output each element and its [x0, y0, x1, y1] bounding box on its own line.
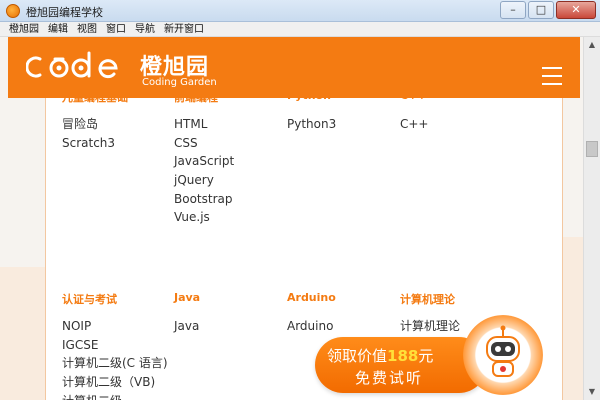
menu-item-navigate[interactable]: 导航	[135, 22, 155, 36]
course-link[interactable]: Vue.js	[174, 208, 234, 227]
menu-bar: 橙旭园 编辑 视图 窗口 导航 新开窗口	[0, 22, 600, 37]
maximize-button[interactable]: □	[528, 1, 554, 19]
course-link[interactable]: NOIP	[62, 317, 168, 336]
menu-item-edit[interactable]: 编辑	[48, 22, 68, 36]
category-arduino[interactable]: Arduino	[287, 291, 336, 304]
course-list: Python3	[287, 115, 336, 134]
course-link[interactable]: 计算机二级	[62, 392, 168, 400]
scroll-thumb[interactable]	[586, 141, 598, 157]
brand-name-english: Coding Garden	[142, 77, 217, 88]
course-link[interactable]: JavaScript	[174, 152, 234, 171]
course-link[interactable]: 计算机二级（VB)	[62, 373, 168, 392]
menu-item-app[interactable]: 橙旭园	[9, 22, 39, 36]
course-link[interactable]: 计算机理论	[400, 317, 460, 336]
course-link[interactable]: CSS	[174, 134, 234, 153]
code-logo-icon[interactable]	[26, 47, 126, 87]
window-title: 橙旭园编程学校	[26, 6, 103, 19]
vertical-scrollbar[interactable]: ▲ ▼	[583, 37, 600, 400]
course-link[interactable]: Bootstrap	[174, 190, 234, 209]
course-list: Arduino	[287, 317, 333, 336]
category-certification[interactable]: 认证与考试	[62, 291, 117, 307]
course-link[interactable]: Python3	[287, 115, 336, 134]
free-trial-cta[interactable]: 领取价值188元 免费试听	[315, 315, 543, 395]
course-link[interactable]: Java	[174, 317, 199, 336]
category-java[interactable]: Java	[174, 291, 200, 304]
category-cs-theory[interactable]: 计算机理论	[400, 291, 455, 307]
course-list: NOIP IGCSE 计算机二级(C 语言) 计算机二级（VB) 计算机二级	[62, 317, 168, 400]
course-link[interactable]: Scratch3	[62, 134, 115, 153]
background-decoration	[563, 237, 583, 400]
course-link[interactable]: C++	[400, 115, 429, 134]
course-list: 冒险岛 Scratch3	[62, 115, 115, 152]
course-link[interactable]: HTML	[174, 115, 234, 134]
app-icon	[6, 4, 20, 18]
background-decoration	[0, 267, 45, 400]
course-link[interactable]: 计算机二级(C 语言)	[62, 354, 168, 373]
course-list: C++	[400, 115, 429, 134]
cta-offer-text: 领取价值188元	[327, 347, 434, 365]
minimize-button[interactable]: –	[500, 1, 526, 19]
title-bar: 橙旭园编程学校 – □ ✕	[0, 0, 600, 22]
cta-price: 188	[387, 347, 419, 365]
scroll-down-arrow-icon[interactable]: ▼	[584, 384, 600, 400]
course-list: HTML CSS JavaScript jQuery Bootstrap Vue…	[174, 115, 234, 227]
cta-button[interactable]: 领取价值188元 免费试听	[315, 337, 487, 393]
course-link[interactable]: Arduino	[287, 317, 333, 336]
course-list: 计算机理论	[400, 317, 460, 336]
window-controls: – □ ✕	[500, 1, 596, 19]
menu-item-new-window[interactable]: 新开窗口	[164, 22, 204, 36]
hamburger-menu-icon[interactable]	[542, 67, 562, 85]
close-button[interactable]: ✕	[556, 1, 596, 19]
course-list: Java	[174, 317, 199, 336]
scroll-up-arrow-icon[interactable]: ▲	[584, 37, 600, 53]
menu-item-window[interactable]: 窗口	[106, 22, 126, 36]
cta-trial-label: 免费试听	[355, 369, 424, 387]
site-header: 橙旭园 Coding Garden	[8, 37, 580, 98]
course-link[interactable]: 冒险岛	[62, 115, 115, 134]
robot-mascot-icon[interactable]	[463, 315, 543, 395]
course-link[interactable]: IGCSE	[62, 336, 168, 355]
course-link[interactable]: jQuery	[174, 171, 234, 190]
menu-item-view[interactable]: 视图	[77, 22, 97, 36]
